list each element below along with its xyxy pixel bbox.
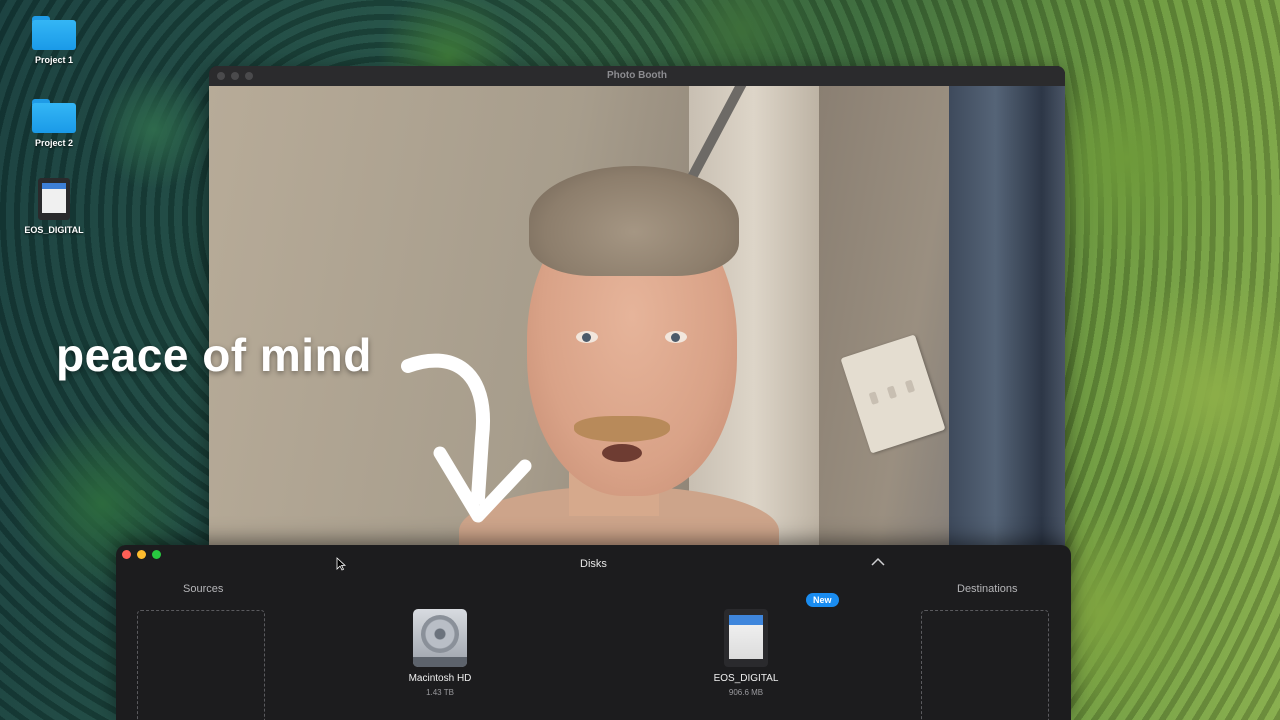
window-title: Photo Booth (607, 70, 667, 81)
light-switch-plate (840, 334, 946, 454)
desktop-icon-label: EOS_DIGITAL (24, 225, 84, 235)
background-curtain (949, 86, 1065, 546)
curved-arrow-icon (401, 353, 532, 523)
desktop-icon-label: Project 2 (34, 138, 74, 148)
desktop-icon-project-2[interactable]: Project 2 (14, 99, 94, 148)
camera-preview (209, 86, 1065, 546)
desktop: Project 1 Project 2 EOS_DIGITAL Photo Bo… (0, 0, 1280, 720)
person-eye-right (665, 331, 687, 343)
new-badge: New (806, 593, 839, 607)
person-mouth (602, 444, 642, 462)
desktop-icon-label: Project 1 (34, 55, 74, 65)
sd-card-icon (38, 178, 70, 220)
hard-drive-icon (413, 609, 467, 667)
photo-booth-window[interactable]: Photo Booth (209, 66, 1065, 546)
mouse-cursor-icon (336, 557, 346, 571)
person-mustache (574, 416, 670, 442)
disk-size: 1.43 TB (426, 688, 454, 697)
disks-window[interactable]: Disks Sources Destinations Macintosh HD … (116, 545, 1071, 720)
sources-label: Sources (183, 583, 224, 595)
desktop-icon-eos-digital[interactable]: EOS_DIGITAL (14, 178, 94, 235)
destinations-label: Destinations (957, 583, 1018, 595)
sources-dropzone[interactable] (137, 610, 265, 720)
disk-name: EOS_DIGITAL (713, 673, 779, 684)
desktop-icon-project-1[interactable]: Project 1 (14, 16, 94, 65)
person-eye-left (576, 331, 598, 343)
disk-size: 906.6 MB (728, 688, 764, 697)
chevron-up-icon[interactable] (871, 557, 885, 567)
photo-booth-titlebar[interactable]: Photo Booth (209, 66, 1065, 86)
folder-icon (32, 16, 76, 50)
person-hair (529, 166, 739, 276)
sd-card-icon (724, 609, 768, 667)
destinations-dropzone[interactable] (921, 610, 1049, 720)
disk-name: Macintosh HD (408, 673, 472, 684)
window-title: Disks (580, 558, 607, 570)
overlay-caption: peace of mind (56, 329, 372, 381)
folder-icon (32, 99, 76, 133)
disk-eos-digital[interactable]: EOS_DIGITAL 906.6 MB (686, 609, 806, 697)
disk-macintosh-hd[interactable]: Macintosh HD 1.43 TB (380, 609, 500, 697)
